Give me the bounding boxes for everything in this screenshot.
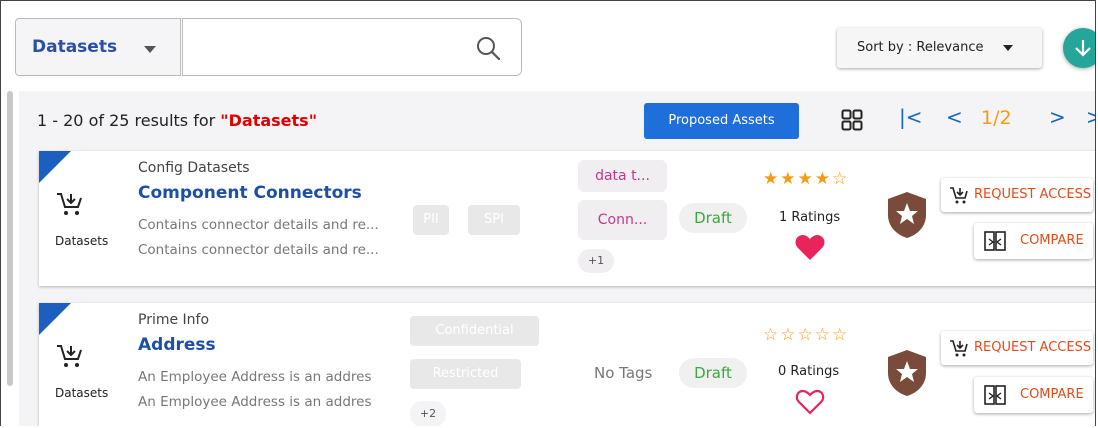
ratings-count: 1 Ratings: [779, 210, 841, 225]
results-query: "Datasets": [220, 111, 318, 130]
card-corner-marker: [39, 303, 71, 335]
next-page-button[interactable]: >: [1049, 105, 1066, 129]
request-access-button[interactable]: REQUEST ACCESS: [941, 178, 1093, 212]
asset-card[interactable]: Datasets Prime Info Address An Employee …: [39, 303, 1095, 426]
tag-chip[interactable]: data t...: [578, 160, 667, 192]
request-access-button[interactable]: REQUEST ACCESS: [941, 331, 1093, 365]
heart-icon[interactable]: [795, 234, 825, 261]
rating-stars: ★★★★☆: [763, 169, 850, 189]
results-summary: 1 - 20 of 25 results for "Datasets": [37, 111, 317, 130]
search-icon[interactable]: [475, 35, 501, 61]
compare-label: COMPARE: [1020, 233, 1084, 248]
asset-description: Contains connector details and re...: [138, 242, 379, 258]
ratings-count: 0 Ratings: [778, 364, 840, 379]
compare-label: COMPARE: [1020, 387, 1084, 402]
card-corner-marker: [39, 151, 71, 183]
heart-outline-icon[interactable]: [795, 389, 825, 416]
search-input[interactable]: [193, 33, 467, 63]
cart-icon: [57, 193, 82, 215]
arrow-down-icon: [1075, 40, 1091, 57]
chevron-down-icon: [144, 46, 156, 53]
results-count: 1 - 20 of 25 results for: [37, 111, 221, 130]
asset-type-label: Datasets: [32, 37, 118, 57]
more-tags-chip[interactable]: +1: [578, 249, 614, 273]
cart-icon: [950, 340, 968, 357]
classification-chip: PII: [413, 205, 449, 235]
asset-type-label: Datasets: [55, 234, 109, 248]
request-access-label: REQUEST ACCESS: [974, 187, 1092, 202]
asset-type-select[interactable]: Datasets: [15, 18, 181, 76]
cart-icon: [57, 345, 82, 367]
more-classifications-chip[interactable]: +2: [410, 401, 446, 426]
prev-page-button[interactable]: <: [946, 105, 963, 129]
asset-category: Config Datasets: [138, 160, 250, 176]
asset-type-label: Datasets: [55, 386, 109, 400]
asset-description: An Employee Address is an addres: [138, 369, 372, 385]
download-button[interactable]: [1063, 28, 1095, 68]
rating-stars: ☆☆☆☆☆: [763, 325, 850, 345]
classification-chip: SPI: [468, 205, 520, 235]
asset-title[interactable]: Component Connectors: [138, 183, 362, 203]
cart-icon: [950, 187, 968, 204]
compare-button[interactable]: COMPARE: [974, 377, 1093, 413]
asset-description: An Employee Address is an addres: [138, 394, 372, 410]
asset-card[interactable]: Datasets Config Datasets Component Conne…: [39, 151, 1095, 286]
asset-description: Contains connector details and re...: [138, 217, 379, 233]
compare-button[interactable]: COMPARE: [974, 223, 1093, 259]
grid-view-icon[interactable]: [841, 109, 863, 131]
search-box: [182, 18, 522, 76]
asset-category: Prime Info: [138, 312, 210, 328]
request-access-label: REQUEST ACCESS: [974, 340, 1092, 355]
shield-badge-icon: [888, 192, 926, 238]
app-frame: Datasets Sort by : Relevance 1 - 20 of 2…: [0, 0, 1096, 426]
proposed-assets-button[interactable]: Proposed Assets: [644, 103, 799, 139]
scrollbar[interactable]: [7, 91, 13, 386]
page-indicator: 1/2: [981, 107, 1012, 129]
classification-chip: Confidential: [410, 316, 539, 346]
status-badge: Draft: [679, 203, 747, 233]
caret-down-icon: [1003, 45, 1013, 51]
shield-badge-icon: [888, 350, 926, 396]
tag-chip[interactable]: Conn...: [578, 200, 667, 240]
first-page-button[interactable]: |<: [899, 105, 923, 129]
asset-title[interactable]: Address: [138, 335, 216, 355]
status-badge: Draft: [679, 358, 747, 388]
classification-chip: Restricted: [410, 359, 521, 389]
last-page-button[interactable]: >: [1086, 105, 1095, 129]
no-tags-label: No Tags: [594, 364, 653, 382]
compare-icon: [984, 231, 1006, 251]
sort-dropdown[interactable]: Sort by : Relevance: [837, 28, 1042, 68]
sort-label: Sort by : Relevance: [857, 40, 984, 55]
compare-icon: [984, 385, 1006, 405]
